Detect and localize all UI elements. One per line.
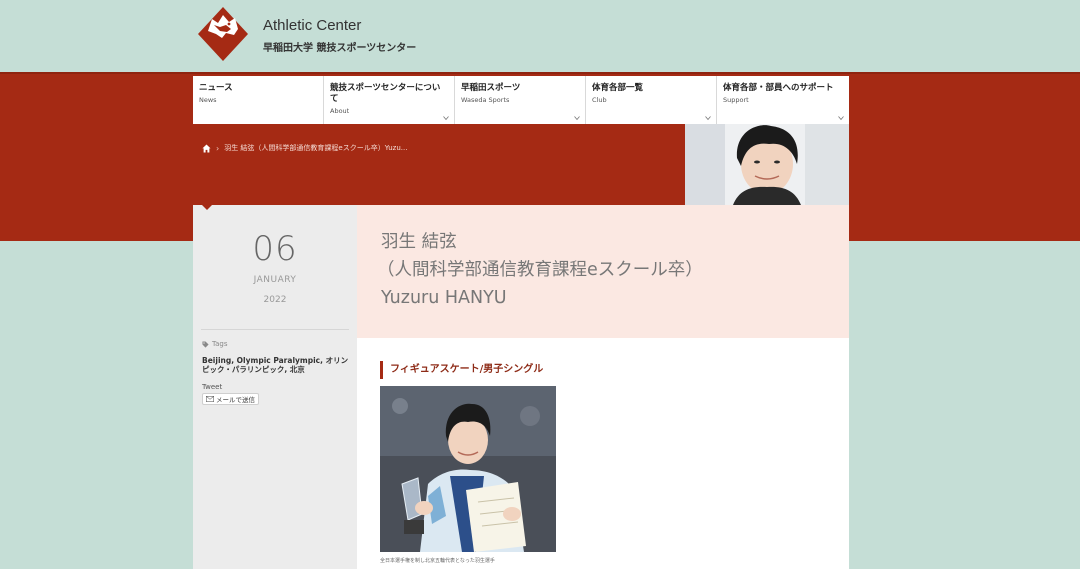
nav-item-label: 競技スポーツセンターについて <box>330 83 441 104</box>
sidebar-notch <box>201 204 213 210</box>
date-month: JANUARY <box>253 275 297 285</box>
article-title-box: 羽生 結弦 （人間科学部通信教育課程eスクール卒） Yuzuru HANYU <box>357 205 849 338</box>
nav-item-label: 体育各部・部員へのサポート <box>723 83 834 93</box>
article-photo[interactable] <box>380 386 556 552</box>
nav-item-waseda-sports[interactable]: 早稲田スポーツ Waseda Sports <box>455 76 586 124</box>
email-share-label: メールで送信 <box>216 396 255 404</box>
site-subtitle[interactable]: 早稲田大学 競技スポーツセンター <box>263 39 416 54</box>
main-nav: ニュース News 競技スポーツセンターについて About 早稲田スポーツ W… <box>193 76 849 124</box>
breadcrumb-separator: › <box>216 143 220 153</box>
nav-item-label: 早稲田スポーツ <box>461 83 521 93</box>
nav-item-sublabel: Support <box>723 96 749 104</box>
breadcrumb-current: 羽生 結弦（人間科学部通信教育課程eスクール卒）Yuzu... <box>224 144 408 152</box>
divider <box>201 329 349 330</box>
site-title[interactable]: Athletic Center <box>263 17 361 34</box>
article-title-affiliation: （人間科学部通信教育課程eスクール卒） <box>377 260 703 280</box>
article-sidebar: 06 JANUARY 2022 Tags Beijing, Olympic Pa… <box>193 204 357 569</box>
nav-item-sublabel: Waseda Sports <box>461 96 510 104</box>
hero-image <box>685 124 849 205</box>
nav-item-news[interactable]: ニュース News <box>193 76 324 124</box>
tags-list[interactable]: Beijing, Olympic Paralympic, オリンピック・パラリン… <box>202 356 350 374</box>
chevron-down-icon <box>838 116 844 121</box>
date-year: 2022 <box>263 295 287 305</box>
article-title-romaji: Yuzuru HANYU <box>381 288 507 308</box>
chevron-down-icon <box>574 116 580 121</box>
nav-item-sublabel: Club <box>592 96 607 104</box>
site-header: Athletic Center 早稲田大学 競技スポーツセンター <box>0 0 1080 72</box>
photo-caption: 全日本選手権を制し北京五輪代表となった羽生選手 <box>380 558 495 564</box>
section-heading: フィギュアスケート/男子シングル <box>380 361 543 379</box>
nav-item-label: 体育各部一覧 <box>592 83 644 93</box>
article-title-name: 羽生 結弦 <box>381 232 457 252</box>
nav-item-sublabel: About <box>330 107 350 115</box>
bear-logo-icon[interactable] <box>196 5 250 63</box>
chevron-down-icon <box>443 116 449 121</box>
chevron-down-icon <box>705 116 711 121</box>
tags-heading: Tags <box>202 340 228 348</box>
nav-item-about[interactable]: 競技スポーツセンターについて About <box>324 76 455 124</box>
mail-icon <box>206 396 214 402</box>
date-day: 06 <box>252 229 298 269</box>
article-content: フィギュアスケート/男子シングル 全日本選手権を制し北京五輪代表となった羽生選手 <box>357 338 849 569</box>
tags-label: Tags <box>212 340 228 348</box>
nav-item-sublabel: News <box>199 96 217 104</box>
email-share-button[interactable]: メールで送信 <box>202 393 259 405</box>
nav-item-club[interactable]: 体育各部一覧 Club <box>586 76 717 124</box>
nav-item-support[interactable]: 体育各部・部員へのサポート Support <box>717 76 849 124</box>
tag-icon <box>202 340 209 348</box>
breadcrumb: › 羽生 結弦（人間科学部通信教育課程eスクール卒）Yuzu... <box>202 143 407 153</box>
tweet-button[interactable]: Tweet <box>202 383 222 391</box>
home-icon[interactable] <box>202 143 211 153</box>
nav-item-label: ニュース <box>199 83 233 93</box>
